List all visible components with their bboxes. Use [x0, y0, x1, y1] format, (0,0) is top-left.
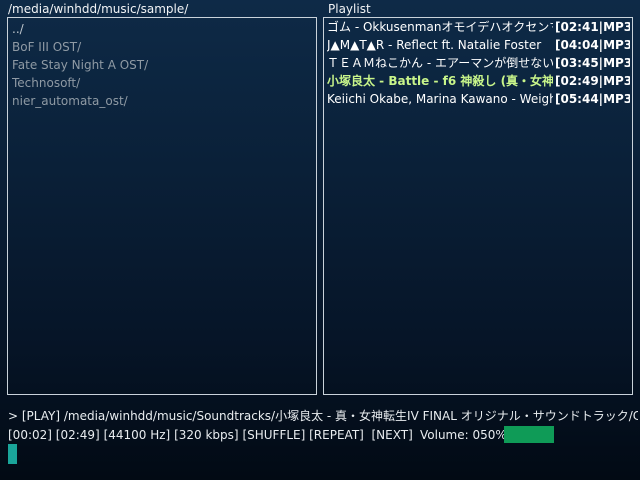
next-button[interactable]: [NEXT]	[371, 428, 412, 442]
track-name: ゴム - OkkusenmanオモイデハオクセンマンNOHA	[327, 20, 553, 34]
playlist-pane[interactable]: ゴム - OkkusenmanオモイデハオクセンマンNOHA [02:41|MP…	[323, 17, 633, 395]
track-list: ゴム - OkkusenmanオモイデハオクセンマンNOHA [02:41|MP…	[327, 18, 630, 108]
file-item-folder[interactable]: Fate Stay Night A OST/	[12, 56, 312, 74]
track-duration-format: [05:44|MP3]	[555, 92, 630, 106]
file-item-folder[interactable]: BoF III OST/	[12, 38, 312, 56]
volume-bar[interactable]	[504, 426, 554, 443]
bitrate: [320 kbps]	[174, 428, 239, 442]
now-playing-status: > [PLAY] /media/winhdd/music/Soundtracks…	[8, 409, 638, 423]
file-item-folder[interactable]: Technosoft/	[12, 74, 312, 92]
track-name: Keiichi Okabe, Marina Kawano - Weight of…	[327, 92, 553, 106]
progress-bar[interactable]	[8, 444, 630, 464]
file-browser-pane[interactable]: ../ BoF III OST/ Fate Stay Night A OST/ …	[7, 17, 317, 395]
playlist-track[interactable]: J▲M▲T▲R - Reflect ft. Natalie Foster [04…	[327, 36, 630, 54]
repeat-toggle[interactable]: [REPEAT]	[309, 428, 364, 442]
track-name: ＴＥＡＭねこかん - エアーマンが倒せない	[327, 56, 553, 70]
file-item-folder[interactable]: nier_automata_ost/	[12, 92, 312, 110]
track-duration-format: [02:41|MP3]	[555, 20, 630, 34]
shuffle-toggle[interactable]: [SHUFFLE]	[242, 428, 305, 442]
progress-fill	[8, 444, 17, 464]
track-name: J▲M▲T▲R - Reflect ft. Natalie Foster	[327, 38, 542, 52]
volume-label: Volume: 050%	[420, 428, 507, 442]
playback-info: [00:02] [02:49] [44100 Hz] [320 kbps] [S…	[8, 427, 413, 443]
sample-rate: [44100 Hz]	[103, 428, 171, 442]
elapsed-time: [00:02]	[8, 428, 52, 442]
track-duration-format: [04:04|MP3]	[555, 38, 630, 52]
playlist-track-current[interactable]: 小塚良太 - Battle - f6 神殺し (真・女神転生IV FINAL) …	[327, 72, 630, 90]
file-list: ../ BoF III OST/ Fate Stay Night A OST/ …	[12, 20, 312, 110]
track-duration-format: [03:45|MP3]	[555, 56, 630, 70]
volume-fill	[504, 426, 554, 443]
file-item-parent[interactable]: ../	[12, 20, 312, 38]
track-name: 小塚良太 - Battle - f6 神殺し (真・女神転生IV FINAL)	[327, 74, 553, 88]
file-browser-path: /media/winhdd/music/sample/	[8, 2, 189, 16]
track-duration-format: [02:49|MP3]	[555, 74, 630, 88]
playlist-track[interactable]: ＴＥＡＭねこかん - エアーマンが倒せない [03:45|MP3]	[327, 54, 630, 72]
playlist-track[interactable]: Keiichi Okabe, Marina Kawano - Weight of…	[327, 90, 630, 108]
playlist-track[interactable]: ゴム - OkkusenmanオモイデハオクセンマンNOHA [02:41|MP…	[327, 18, 630, 36]
playlist-title: Playlist	[328, 2, 371, 16]
track-duration: [02:49]	[55, 428, 100, 442]
